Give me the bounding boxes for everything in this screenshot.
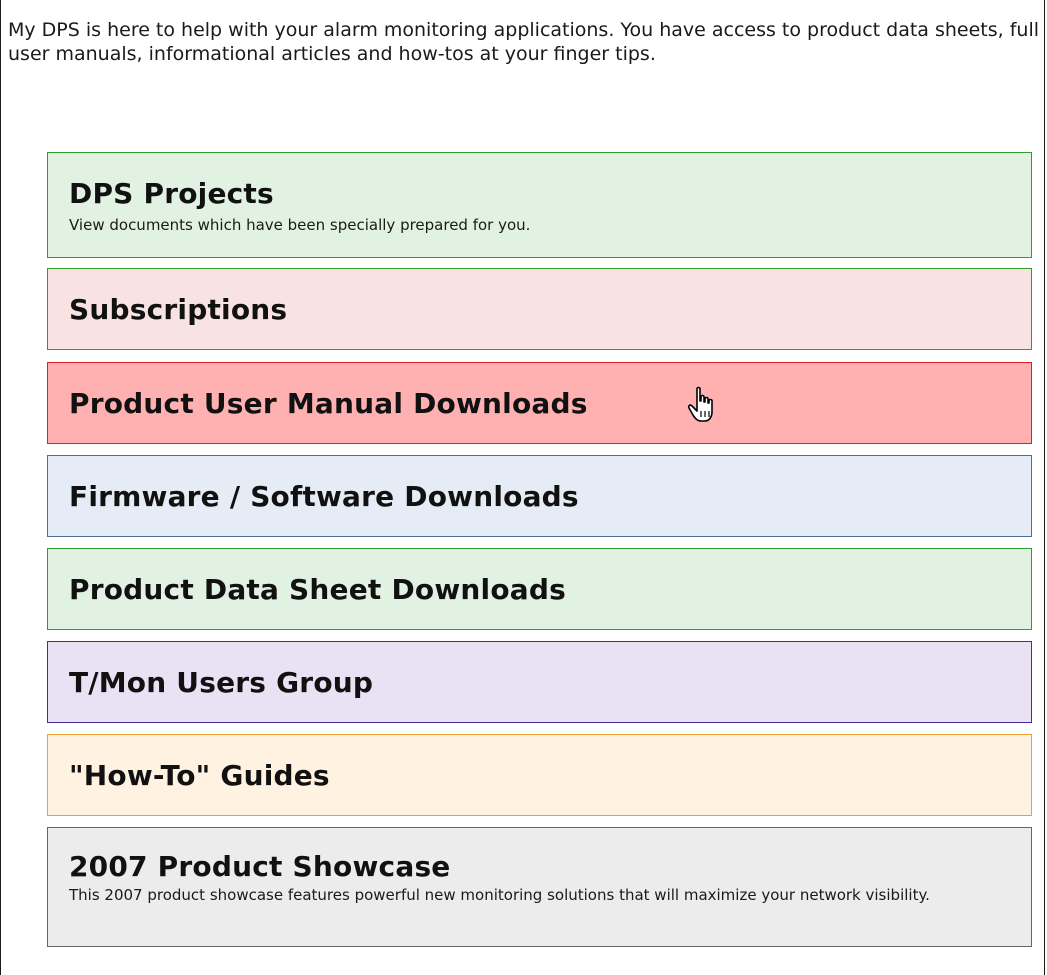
menu-item-title: T/Mon Users Group bbox=[69, 666, 374, 699]
menu-item-description: This 2007 product showcase features powe… bbox=[69, 886, 930, 904]
menu-item-title: Product User Manual Downloads bbox=[69, 387, 588, 420]
menu-item-dps-projects[interactable]: DPS Projects View documents which have b… bbox=[47, 152, 1032, 258]
menu-item-description: View documents which have been specially… bbox=[69, 216, 531, 234]
hand-pointer-icon bbox=[684, 385, 720, 425]
intro-text: My DPS is here to help with your alarm m… bbox=[8, 19, 1040, 65]
menu-item-title: 2007 Product Showcase bbox=[69, 850, 451, 883]
menu-item-title: Firmware / Software Downloads bbox=[69, 480, 579, 513]
menu-item-firmware-software-downloads[interactable]: Firmware / Software Downloads bbox=[47, 455, 1032, 537]
menu-item-how-to-guides[interactable]: "How-To" Guides bbox=[47, 734, 1032, 816]
menu-item-product-user-manual-downloads[interactable]: Product User Manual Downloads bbox=[47, 362, 1032, 444]
menu-item-tmon-users-group[interactable]: T/Mon Users Group bbox=[47, 641, 1032, 723]
menu-item-title: "How-To" Guides bbox=[69, 759, 330, 792]
menu-item-title: Product Data Sheet Downloads bbox=[69, 573, 566, 606]
menu-item-title: DPS Projects bbox=[69, 177, 274, 210]
menu-item-product-data-sheet-downloads[interactable]: Product Data Sheet Downloads bbox=[47, 548, 1032, 630]
menu-item-title: Subscriptions bbox=[69, 293, 288, 326]
menu-item-subscriptions[interactable]: Subscriptions bbox=[47, 268, 1032, 350]
menu-item-2007-product-showcase[interactable]: 2007 Product Showcase This 2007 product … bbox=[47, 827, 1032, 947]
